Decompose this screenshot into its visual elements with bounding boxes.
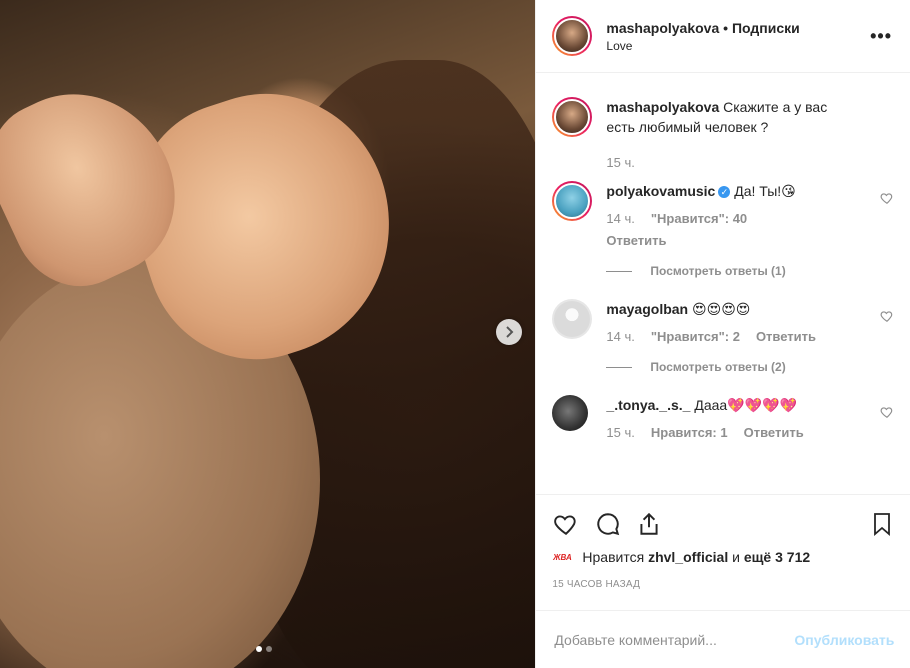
likes-count[interactable]: ещё 3 712: [744, 549, 810, 565]
liker-username[interactable]: zhvl_official: [648, 549, 728, 565]
comment-avatar[interactable]: [552, 395, 589, 431]
reply-line: [606, 270, 633, 272]
more-options-icon[interactable]: •••: [870, 26, 892, 47]
view-replies-label: Посмотреть ответы (2): [650, 360, 786, 374]
post-timestamp[interactable]: 15 ЧАСОВ НАЗАД: [536, 565, 910, 590]
comment-likes[interactable]: "Нравится": 40: [651, 209, 747, 229]
comment-item: polyakovamusic ✓ Да! Ты!😘 14 ч. "Нравится…: [552, 181, 894, 281]
comment-username[interactable]: polyakovamusic: [606, 183, 715, 199]
comment-input[interactable]: [552, 630, 795, 649]
comment-username[interactable]: mayagolban: [606, 301, 688, 317]
view-replies[interactable]: Посмотреть ответы (1): [606, 261, 856, 281]
reply-button[interactable]: Ответить: [606, 231, 856, 251]
comment-likes[interactable]: Нравится: 1: [651, 423, 728, 443]
caption-username[interactable]: mashapolyakova: [606, 99, 719, 115]
carousel-next-button[interactable]: [496, 319, 522, 345]
caption: mashapolyakova Скажите а у вас есть люби…: [552, 97, 894, 173]
like-icon[interactable]: [552, 511, 580, 537]
comment-time[interactable]: 14 ч.: [606, 209, 634, 229]
comments-list: mashapolyakova Скажите а у вас есть люби…: [536, 97, 910, 517]
comment-text: 😍😍😍😍: [692, 301, 751, 317]
comment-item: _.tonya._.s._ Дааа💖💖💖💖 15 ч. Нравится: 1…: [552, 395, 894, 443]
post-panel: mashapolyakova • Подписки Love ••• masha…: [535, 0, 910, 668]
reply-button[interactable]: Ответить: [756, 327, 816, 347]
likes-summary: ЖВА Нравится zhvl_official и ещё 3 712: [536, 539, 910, 565]
comment-username[interactable]: _.tonya._.s._: [606, 397, 690, 413]
view-replies[interactable]: Посмотреть ответы (2): [606, 357, 856, 377]
comment-avatar[interactable]: [552, 181, 593, 221]
likes-prefix: Нравится: [582, 549, 645, 565]
post-actions: ЖВА Нравится zhvl_official и ещё 3 712 1…: [536, 494, 910, 590]
caption-avatar[interactable]: [552, 97, 593, 137]
carousel-dots: [256, 646, 272, 652]
bookmark-icon[interactable]: [870, 511, 894, 537]
comment-text: Да! Ты!😘: [734, 183, 796, 199]
comment-item: mayagolban 😍😍😍😍 14 ч. "Нравится": 2 Отве…: [552, 299, 894, 377]
follow-status[interactable]: Подписки: [732, 20, 800, 36]
comment-time[interactable]: 14 ч.: [606, 327, 634, 347]
carousel-dot-1[interactable]: [256, 646, 262, 652]
publish-button[interactable]: Опубликовать: [794, 632, 894, 648]
likes-joiner: и: [732, 549, 740, 565]
share-icon[interactable]: [636, 511, 662, 537]
heart-icon[interactable]: [880, 309, 894, 323]
author-username[interactable]: mashapolyakova: [606, 20, 719, 36]
chevron-right-icon: [506, 326, 514, 338]
reply-button[interactable]: Ответить: [744, 423, 804, 443]
add-comment-bar: Опубликовать: [536, 610, 910, 668]
comment-likes[interactable]: "Нравится": 2: [651, 327, 740, 347]
comment-time[interactable]: 15 ч.: [606, 423, 634, 443]
post-modal: mashapolyakova • Подписки Love ••• masha…: [0, 0, 910, 668]
view-replies-label: Посмотреть ответы (1): [650, 264, 786, 278]
heart-icon[interactable]: [880, 191, 894, 205]
post-location[interactable]: Love: [606, 39, 799, 53]
carousel-dot-2[interactable]: [266, 646, 272, 652]
post-header: mashapolyakova • Подписки Love •••: [536, 0, 910, 73]
separator-dot: •: [723, 19, 729, 36]
comment-icon[interactable]: [594, 511, 622, 537]
comment-avatar[interactable]: [552, 299, 593, 339]
author-avatar[interactable]: [552, 16, 593, 56]
comment-text: Дааа💖💖💖💖: [694, 397, 797, 413]
post-photo[interactable]: [0, 0, 536, 668]
verified-badge-icon: ✓: [718, 186, 731, 199]
reply-line: [606, 366, 633, 368]
caption-time[interactable]: 15 ч.: [606, 153, 634, 173]
heart-icon[interactable]: [880, 405, 894, 419]
liker-avatar[interactable]: ЖВА: [552, 550, 573, 564]
